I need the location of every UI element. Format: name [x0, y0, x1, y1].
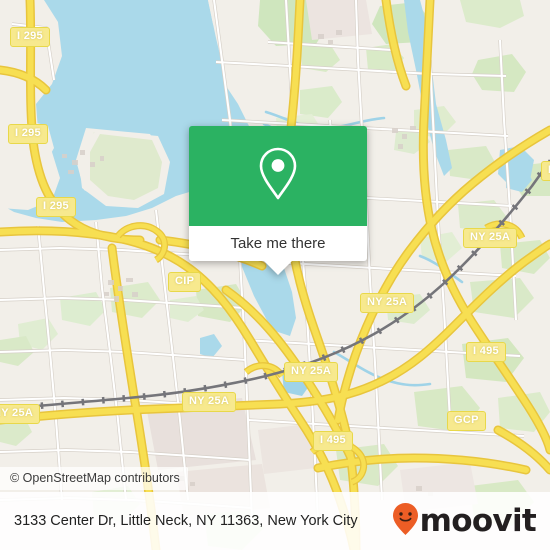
- osm-attribution-label: © OpenStreetMap contributors: [10, 471, 180, 485]
- road-shield: NY 25A: [463, 228, 518, 248]
- map-screen: I 295 I 295 I 295 CIP NY 25A NY 25A NY 2…: [0, 0, 550, 550]
- road-shield: I 295: [36, 197, 76, 217]
- road-shield: NY 25A: [284, 362, 339, 382]
- take-me-there-label: Take me there: [230, 235, 326, 252]
- road-shield: I 495: [466, 342, 506, 362]
- road-shield: I 295: [8, 124, 48, 144]
- moovit-wordmark: moovit: [419, 502, 537, 539]
- map-pin-icon: [256, 146, 300, 207]
- road-shield: GCP: [447, 411, 486, 431]
- road-shield: NY 25A: [360, 293, 415, 313]
- road-shield: NY 25A: [0, 404, 41, 424]
- popup-tail: [264, 261, 292, 275]
- moovit-pin-icon: [392, 502, 419, 541]
- road-shield: I 495: [313, 431, 353, 451]
- moovit-logo[interactable]: moovit: [392, 502, 537, 541]
- road-shield: NY 25A: [182, 392, 237, 412]
- footer-bar: 3133 Center Dr, Little Neck, NY 11363, N…: [0, 492, 550, 550]
- road-shield: CIP: [168, 272, 202, 292]
- take-me-there-button[interactable]: Take me there: [189, 226, 367, 261]
- location-popup[interactable]: Take me there: [189, 126, 367, 275]
- address-label: 3133 Center Dr, Little Neck, NY 11363, N…: [14, 513, 358, 529]
- popup-header: [189, 126, 367, 226]
- road-shield: I: [541, 161, 550, 181]
- osm-attribution[interactable]: © OpenStreetMap contributors: [0, 467, 188, 490]
- road-shield: I 295: [10, 27, 50, 47]
